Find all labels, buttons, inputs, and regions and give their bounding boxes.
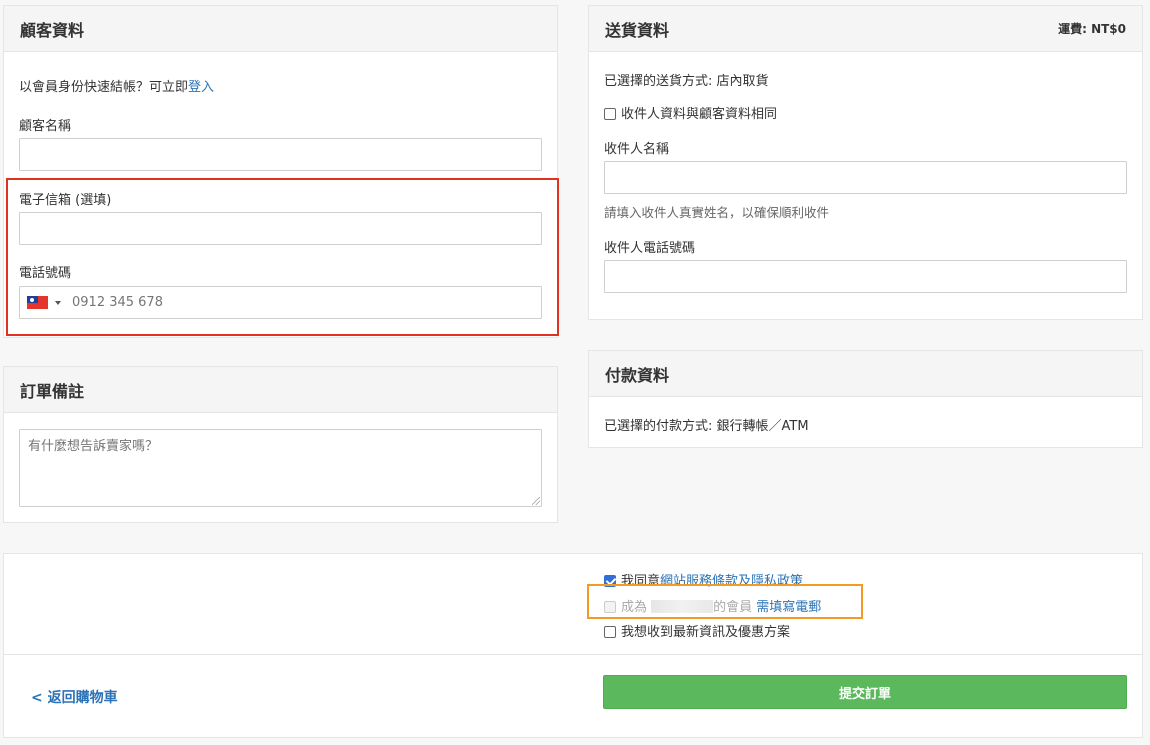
submit-order-button[interactable]: 提交訂單 [603,675,1127,709]
recipient-name-input[interactable] [604,161,1127,194]
same-as-customer-option[interactable]: 收件人資料與顧客資料相同 [604,103,777,122]
footer-divider [4,654,1142,655]
payment-panel-header: 付款資料 [589,351,1142,397]
order-note-title: 訂單備註 [20,381,85,401]
order-note-textarea[interactable] [19,429,542,507]
same-as-customer-label: 收件人資料與顧客資料相同 [621,107,778,122]
recipient-phone-input[interactable] [604,260,1127,293]
customer-name-input[interactable] [19,138,542,171]
order-note-header: 訂單備註 [4,367,557,413]
back-to-cart-link[interactable]: < 返回購物車 [31,687,118,707]
shipping-panel-header: 送貨資料 運費: NT$0 [589,6,1142,52]
shipping-panel-title: 送貨資料 [605,20,670,40]
shipping-method: 已選擇的送貨方式: 店內取貨 [604,74,769,89]
recipient-name-help: 請填入收件人真實姓名，以確保順利收件 [604,205,830,220]
customer-panel-header: 顧客資料 [4,6,557,52]
customer-name-label: 顧客名稱 [19,119,72,134]
payment-method: 已選擇的付款方式: 銀行轉帳／ATM [604,419,809,434]
login-link[interactable]: 登入 [188,80,214,95]
highlight-red-box [6,178,559,336]
recipient-phone-label: 收件人電話號碼 [604,241,696,256]
textarea-resize-grip-icon[interactable] [532,497,540,505]
recipient-name-label: 收件人名稱 [604,142,670,157]
member-login-prompt: 以會員身份快速結帳？可立即登入 [19,76,214,95]
checkout-footer-panel [3,553,1143,738]
payment-panel-title: 付款資料 [605,365,670,385]
newsletter-option[interactable]: 我想收到最新資訊及優惠方案 [604,621,790,640]
shipping-fee: 運費: NT$0 [1058,22,1126,36]
newsletter-checkbox[interactable] [604,626,616,638]
newsletter-label: 我想收到最新資訊及優惠方案 [621,625,791,640]
highlight-orange-box [587,584,863,619]
member-login-text: 以會員身份快速結帳？可立即 [19,80,189,95]
same-as-customer-checkbox[interactable] [604,108,616,120]
customer-panel-title: 顧客資料 [20,20,85,40]
